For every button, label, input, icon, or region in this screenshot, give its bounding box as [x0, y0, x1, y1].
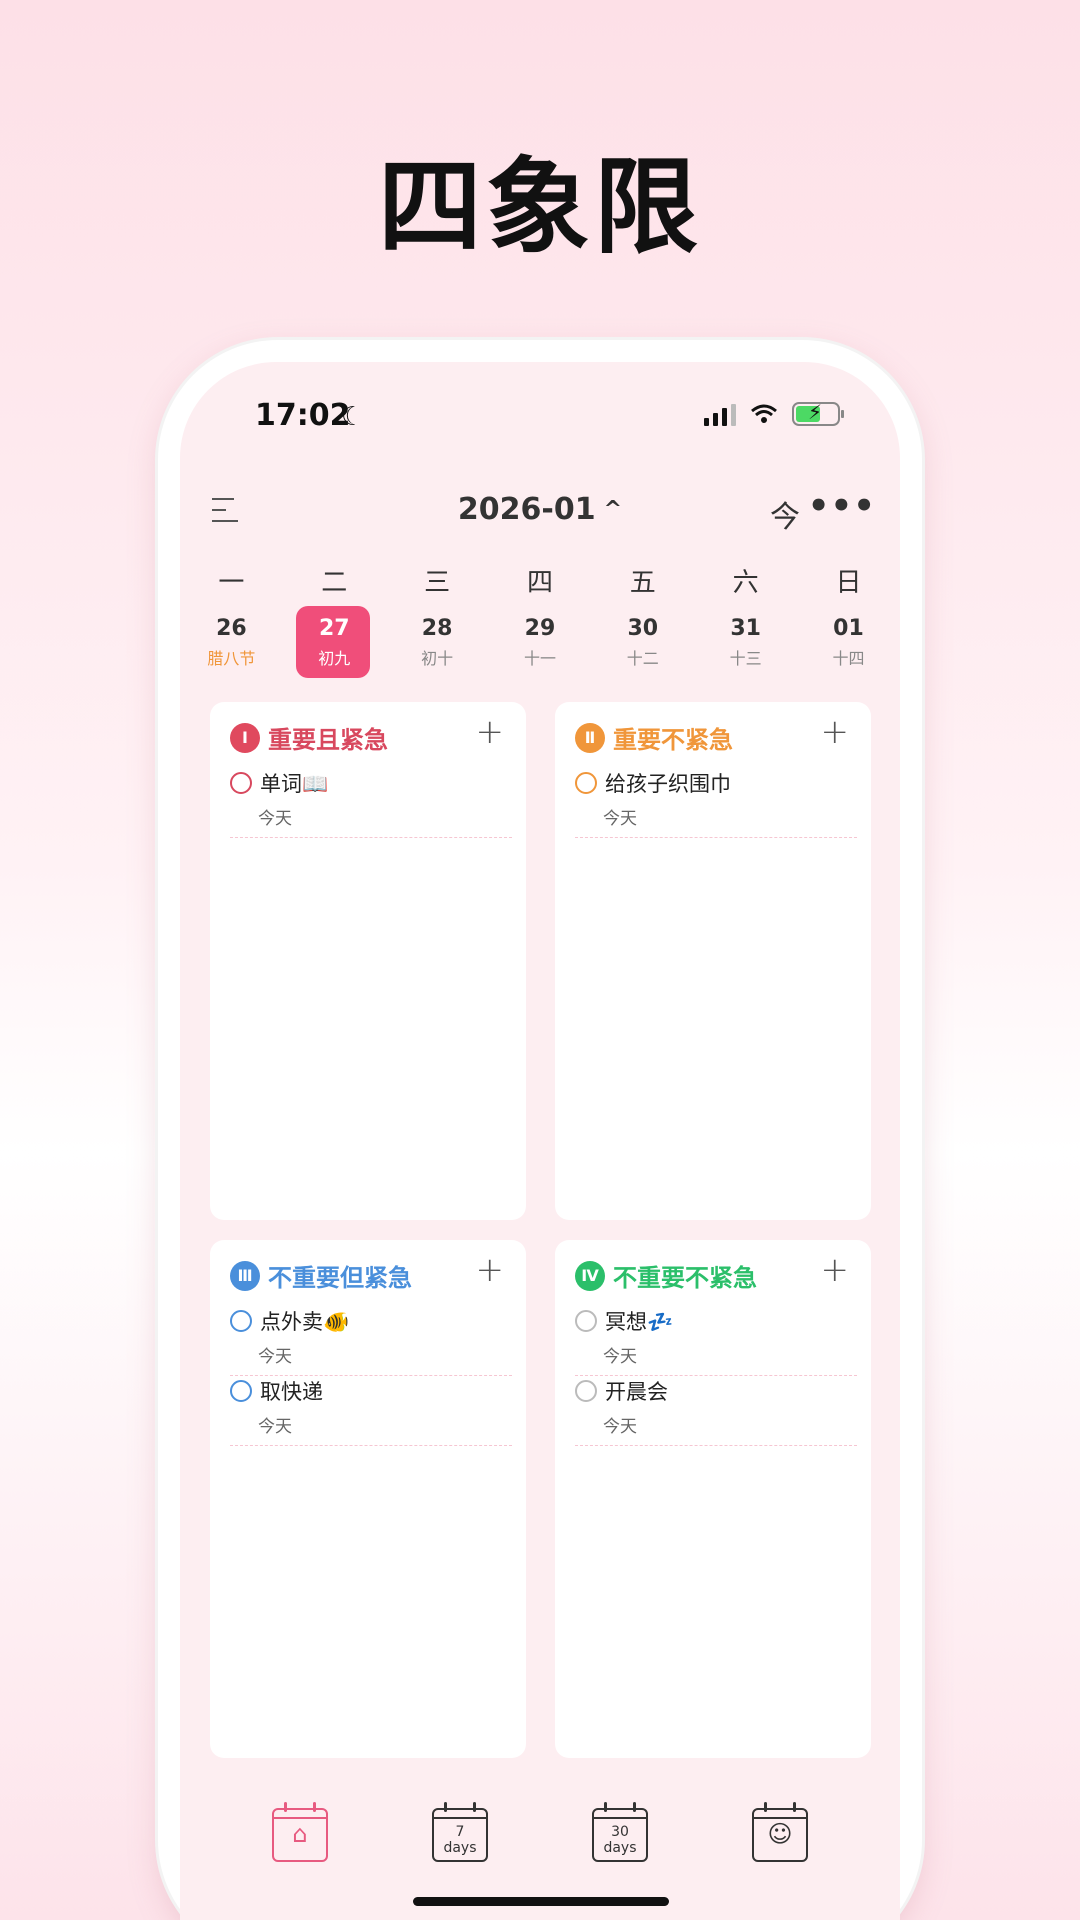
add-task-button[interactable]: + — [476, 1250, 505, 1290]
top-bar: 2026-01 ^ 今 ••• — [180, 486, 900, 542]
battery-icon: ⚡ — [792, 400, 844, 426]
tab-line-2: days — [603, 1840, 637, 1856]
task-item[interactable]: 单词📖 今天 — [230, 768, 512, 838]
quadrant-title: 重要且紧急 — [268, 726, 388, 754]
task-title: 取快递 — [260, 1380, 323, 1404]
task-due: 今天 — [258, 809, 292, 829]
quadrant-title: 不重要但紧急 — [268, 1264, 412, 1292]
moon-icon: ☾ — [341, 402, 365, 432]
date-cell[interactable]: 29 十一 — [489, 606, 592, 678]
add-task-button[interactable]: + — [821, 712, 850, 752]
lunar-date: 十二 — [626, 649, 659, 668]
tab-line-2: days — [443, 1840, 477, 1856]
task-item[interactable]: 取快递 今天 — [230, 1376, 512, 1446]
more-options-icon[interactable]: ••• — [808, 486, 876, 526]
task-item[interactable]: 给孩子织围巾 今天 — [575, 768, 857, 838]
task-checkbox[interactable] — [230, 1380, 252, 1402]
date-number: 31 — [730, 616, 761, 641]
date-number: 01 — [833, 616, 864, 641]
home-calendar-icon[interactable]: ⌂ — [272, 1802, 328, 1862]
lunar-date: 十一 — [523, 649, 556, 668]
quadrant-important-urgent: Ⅰ 重要且紧急 + 单词📖 今天 — [210, 702, 526, 1220]
quadrant-badge: Ⅳ — [575, 1260, 605, 1291]
date-number: 27 — [318, 616, 350, 641]
task-item[interactable]: 点外卖🐠 今天 — [230, 1306, 512, 1376]
tab-line-1: 7 — [455, 1824, 465, 1840]
task-item[interactable]: 开晨会 今天 — [575, 1376, 857, 1446]
weekday-label: 一 — [218, 568, 245, 598]
home-indicator[interactable] — [413, 1897, 669, 1906]
task-title: 单词📖 — [260, 772, 329, 796]
task-due: 今天 — [603, 1347, 637, 1367]
weekday-label: 六 — [732, 568, 759, 598]
task-due: 今天 — [258, 1347, 292, 1367]
date-number: 26 — [216, 616, 247, 641]
wifi-icon — [751, 404, 777, 423]
date-cell[interactable]: 01 十四 — [797, 606, 900, 678]
date-cell[interactable]: 28 初十 — [386, 606, 489, 678]
promo-headline: 四象限 — [377, 146, 702, 268]
quadrant-badge: Ⅰ — [230, 722, 260, 753]
date-number: 30 — [627, 616, 659, 641]
task-item[interactable]: 冥想💤 今天 — [575, 1306, 857, 1376]
task-due: 今天 — [603, 809, 637, 829]
lunar-date: 腊八节 — [207, 649, 256, 668]
quadrant-not-important-urgent: Ⅲ 不重要但紧急 + 点外卖🐠 今天 取快递 今天 — [210, 1240, 526, 1758]
week-strip: 26 腊八节 27 初九 28 初十 29 十一 30 十二 31 十三 01 十四 — [180, 606, 900, 678]
app-screen: 17:02 ☾ ⚡ 2026-01 ^ 今 ••• 一 二 三 四 五 六 日 … — [180, 362, 900, 1920]
bottom-tab-bar: ⌂ 7 days 30 days ☺ — [180, 1782, 900, 1882]
status-bar: 17:02 ☾ ⚡ — [180, 398, 900, 438]
chevron-up-icon: ^ — [603, 497, 623, 522]
weekday-label: 日 — [835, 568, 862, 598]
smiley-calendar-icon[interactable]: ☺ — [752, 1802, 808, 1862]
task-checkbox[interactable] — [230, 1310, 252, 1332]
quadrant-not-important-not-urgent: Ⅳ 不重要不紧急 + 冥想💤 今天 开晨会 今天 — [555, 1240, 871, 1758]
date-number: 29 — [524, 616, 556, 641]
task-title: 开晨会 — [605, 1380, 668, 1404]
weekday-label: 三 — [424, 568, 451, 598]
task-title: 点外卖🐠 — [260, 1310, 350, 1334]
task-due: 今天 — [258, 1417, 292, 1437]
task-checkbox[interactable] — [230, 772, 252, 794]
month-label: 2026-01 — [457, 492, 596, 527]
lunar-date: 初十 — [421, 649, 454, 668]
date-cell[interactable]: 30 十二 — [591, 606, 694, 678]
task-title: 冥想💤 — [605, 1310, 674, 1334]
quadrant-badge: Ⅲ — [230, 1260, 260, 1291]
date-number: 28 — [421, 616, 453, 641]
home-glyph: ⌂ — [292, 1820, 308, 1848]
task-due: 今天 — [603, 1417, 637, 1437]
add-task-button[interactable]: + — [476, 712, 505, 752]
date-cell[interactable]: 26 腊八节 — [180, 606, 283, 678]
weekday-label: 五 — [629, 568, 656, 598]
quadrant-title: 重要不紧急 — [613, 726, 733, 754]
date-cell-selected[interactable]: 27 初九 — [283, 606, 386, 678]
quadrant-badge: Ⅱ — [575, 722, 605, 753]
task-checkbox[interactable] — [575, 772, 597, 794]
date-cell[interactable]: 31 十三 — [694, 606, 797, 678]
smiley-glyph: ☺ — [767, 1820, 793, 1848]
seven-days-icon[interactable]: 7 days — [432, 1802, 488, 1862]
lunar-date: 十三 — [729, 649, 762, 668]
status-time: 17:02 — [255, 398, 351, 433]
weekday-header: 一 二 三 四 五 六 日 — [180, 562, 900, 599]
thirty-days-icon[interactable]: 30 days — [592, 1802, 648, 1862]
quadrant-title: 不重要不紧急 — [613, 1264, 757, 1292]
task-title: 给孩子织围巾 — [605, 772, 731, 796]
weekday-label: 二 — [321, 568, 348, 598]
lunar-date: 十四 — [832, 649, 865, 668]
tab-line-1: 30 — [611, 1824, 629, 1840]
add-task-button[interactable]: + — [821, 1250, 850, 1290]
task-checkbox[interactable] — [575, 1310, 597, 1332]
task-checkbox[interactable] — [575, 1380, 597, 1402]
weekday-label: 四 — [526, 568, 553, 598]
today-button[interactable]: 今 — [770, 492, 800, 536]
signal-icon — [704, 402, 736, 426]
lunar-date: 初九 — [318, 649, 351, 668]
quadrant-important-not-urgent: Ⅱ 重要不紧急 + 给孩子织围巾 今天 — [555, 702, 871, 1220]
